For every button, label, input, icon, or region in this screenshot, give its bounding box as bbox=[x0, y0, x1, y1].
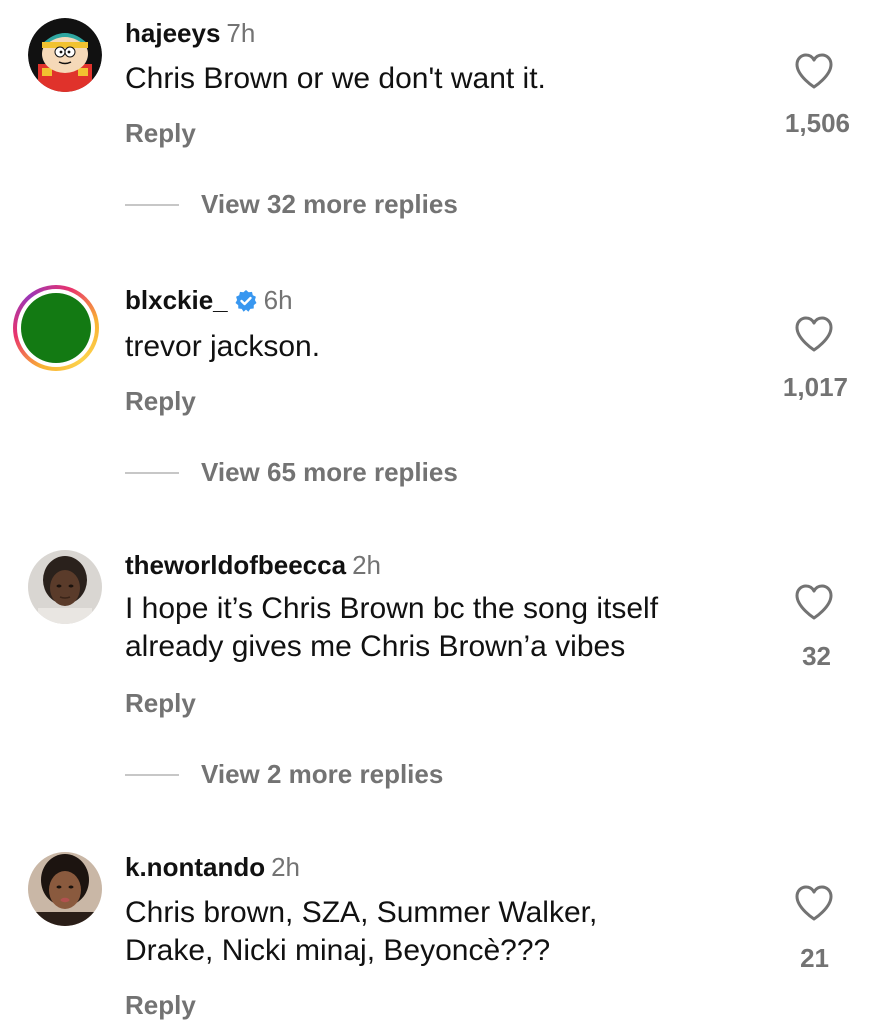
view-replies-button[interactable]: View 65 more replies bbox=[125, 457, 458, 488]
comment-text-line: already gives me Chris Brown’a vibes bbox=[125, 630, 626, 663]
like-count: 1,017 bbox=[782, 372, 848, 402]
view-replies-button[interactable]: View 2 more replies bbox=[125, 759, 443, 790]
cartman-avatar-icon bbox=[28, 18, 102, 92]
user-photo-icon bbox=[28, 852, 102, 926]
like-count: 21 bbox=[800, 943, 829, 973]
view-replies-button[interactable]: View 32 more replies bbox=[125, 189, 458, 220]
verified-badge-icon bbox=[235, 290, 257, 312]
user-photo-icon bbox=[28, 550, 102, 624]
avatar[interactable] bbox=[13, 285, 99, 371]
timestamp: 7h bbox=[226, 18, 256, 48]
like-heart-icon[interactable] bbox=[794, 52, 834, 90]
green-avatar-icon bbox=[21, 293, 91, 363]
reply-button[interactable]: Reply bbox=[125, 688, 196, 719]
like-heart-icon[interactable] bbox=[794, 315, 834, 353]
avatar[interactable] bbox=[28, 18, 102, 92]
replies-divider bbox=[125, 773, 179, 776]
reply-button[interactable]: Reply bbox=[125, 990, 196, 1021]
like-heart-icon[interactable] bbox=[794, 583, 834, 621]
comment-text-line: Drake, Nicki minaj, Beyoncè??? bbox=[125, 934, 551, 967]
replies-divider bbox=[125, 471, 179, 474]
comment-header: theworldofbeecca 2h bbox=[125, 550, 381, 580]
comment-text: trevor jackson. bbox=[125, 330, 321, 363]
view-replies-label: View 65 more replies bbox=[201, 457, 458, 487]
comment-header: blxckie_ 6h bbox=[125, 285, 293, 315]
username[interactable]: blxckie_ bbox=[125, 285, 228, 315]
story-ring bbox=[17, 289, 95, 367]
username[interactable]: hajeeys bbox=[125, 18, 220, 48]
comment-text-line: I hope it’s Chris Brown bc the song itse… bbox=[125, 592, 659, 625]
reply-button[interactable]: Reply bbox=[125, 118, 196, 149]
avatar[interactable] bbox=[28, 550, 102, 624]
comment-text: Chris Brown or we don't want it. bbox=[125, 62, 546, 95]
timestamp: 2h bbox=[271, 852, 301, 882]
comment-text: I hope it’s Chris Brown bc the song itse… bbox=[125, 590, 765, 666]
username[interactable]: k.nontando bbox=[125, 852, 265, 882]
reply-button[interactable]: Reply bbox=[125, 386, 196, 417]
timestamp: 6h bbox=[263, 285, 293, 315]
comment-text-line: Chris brown, SZA, Summer Walker, bbox=[125, 896, 598, 929]
timestamp: 2h bbox=[352, 550, 381, 580]
like-heart-icon[interactable] bbox=[794, 884, 834, 922]
view-replies-label: View 32 more replies bbox=[201, 189, 458, 219]
username[interactable]: theworldofbeecca bbox=[125, 550, 346, 580]
comment-header: hajeeys 7h bbox=[125, 18, 255, 48]
comment-text: Chris brown, SZA, Summer Walker, Drake, … bbox=[125, 894, 765, 970]
comment-header: k.nontando 2h bbox=[125, 852, 300, 882]
like-count: 32 bbox=[802, 641, 831, 671]
like-count: 1,506 bbox=[784, 108, 850, 138]
view-replies-label: View 2 more replies bbox=[201, 759, 444, 789]
replies-divider bbox=[125, 203, 179, 206]
avatar[interactable] bbox=[28, 852, 102, 926]
